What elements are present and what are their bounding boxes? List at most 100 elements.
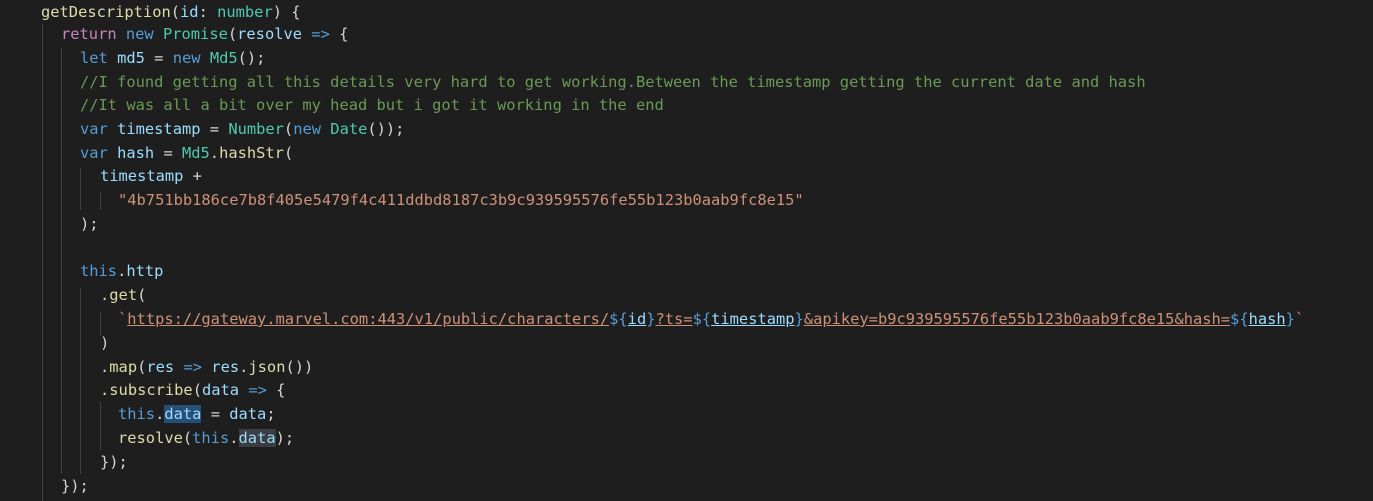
code-token: . (117, 262, 127, 280)
code-token: ; (266, 405, 276, 423)
code-token: map (109, 358, 138, 376)
code-line-content: //I found getting all this details very … (80, 70, 1146, 94)
code-token: //I found getting all this details very … (80, 73, 1146, 91)
code-token: Promise (162, 25, 228, 43)
code-token: ()); (367, 120, 405, 138)
indent-guide (80, 168, 81, 210)
code-token: new (172, 49, 201, 67)
code-editor[interactable]: getDescription(id: number) { return new … (0, 0, 1373, 501)
code-token: var (80, 120, 108, 138)
code-token: ?ts= (655, 310, 693, 328)
code-token: . (209, 144, 220, 162)
code-token: var (80, 144, 108, 162)
code-token: ) (100, 334, 110, 352)
code-line-content: .map(res => res.json()) (100, 355, 313, 379)
code-token: subscribe (109, 381, 193, 399)
code-token: data (238, 429, 276, 447)
code-token: hash (117, 144, 155, 162)
code-token: number (217, 3, 273, 21)
code-token: . (239, 358, 249, 376)
code-token: Md5 (209, 49, 238, 67)
code-token: => (183, 358, 203, 376)
code-line-content: //It was all a bit over my head but i go… (80, 93, 664, 117)
code-token: => (248, 381, 267, 399)
code-line-content: var hash = Md5.hashStr( (80, 141, 293, 165)
code-line-content: ); (80, 212, 99, 236)
code-token: ${ (692, 310, 712, 328)
code-token: let (80, 49, 108, 67)
code-token: { (329, 25, 349, 43)
code-token: this (80, 262, 118, 280)
code-token: new (293, 120, 322, 138)
code-line-content: let md5 = new Md5(); (80, 46, 265, 70)
code-token: ( (170, 3, 181, 21)
code-token: { (266, 381, 286, 399)
code-line-content: .get( (100, 283, 146, 307)
code-token: ); (80, 215, 99, 233)
code-token: ` (1294, 310, 1305, 328)
code-token: "4b751bb186ce7b8f405e5479f4c411ddbd8187c… (118, 191, 804, 209)
code-token: json (248, 358, 286, 376)
code-line-content: getDescription(id: number) { (41, 0, 301, 24)
code-token: ( (227, 25, 238, 43)
code-line-content: }); (61, 474, 89, 498)
code-token: &apikey=b9c939595576fe55b123b0aab9fc8e15… (803, 310, 1231, 328)
code-token: this (192, 429, 230, 447)
code-token: ( (137, 358, 147, 376)
code-token: ` (118, 310, 128, 328)
code-token: } (646, 310, 656, 328)
code-token: ( (182, 429, 193, 447)
code-token: + (183, 167, 202, 185)
code-token: //It was all a bit over my head but i go… (80, 96, 664, 114)
code-token: ${ (609, 310, 628, 328)
code-token: ( (283, 144, 294, 162)
code-token: https://gateway.marvel.com:443/v1/public… (127, 310, 610, 328)
indent-guide (42, 24, 43, 501)
code-token: = (154, 144, 182, 162)
code-line-content: resolve(this.data); (118, 426, 294, 450)
code-token: . (100, 358, 110, 376)
indent-guide (61, 48, 62, 474)
code-token: ( (192, 381, 202, 399)
code-line-content: this.data = data; (118, 402, 276, 426)
code-token: (); (237, 49, 266, 67)
code-token: hash (1248, 310, 1286, 328)
code-token: timestamp (711, 310, 795, 328)
code-line-content: }); (100, 450, 128, 474)
code-token: this (118, 405, 156, 423)
code-token: data (201, 381, 240, 399)
code-line-content: "4b751bb186ce7b8f405e5479f4c411ddbd8187c… (118, 188, 804, 212)
code-token: getDescription (41, 3, 171, 21)
code-token: ) { (272, 3, 301, 21)
code-token: data (164, 405, 202, 423)
code-token: : (198, 3, 218, 21)
code-line-content: .subscribe(data => { (100, 378, 285, 402)
code-token: = (200, 120, 229, 138)
code-token: res (211, 358, 240, 376)
code-token: ( (137, 286, 147, 304)
code-token: md5 (117, 49, 145, 67)
code-token: data (229, 405, 267, 423)
code-token: } (794, 310, 804, 328)
code-token: return (61, 25, 117, 43)
code-token: = (201, 405, 230, 423)
code-token: Md5 (181, 144, 210, 162)
indent-guide (100, 402, 101, 450)
code-token: res (146, 358, 175, 376)
code-token: } (1285, 310, 1295, 328)
code-token: }); (100, 453, 128, 471)
code-token: . (100, 286, 110, 304)
code-token: id (627, 310, 647, 328)
indent-guide (80, 288, 81, 474)
code-token: resolve (118, 429, 183, 447)
code-token: hashStr (219, 144, 284, 162)
code-token: ()) (285, 358, 314, 376)
code-token: ( (283, 120, 294, 138)
code-token: }); (61, 477, 89, 495)
